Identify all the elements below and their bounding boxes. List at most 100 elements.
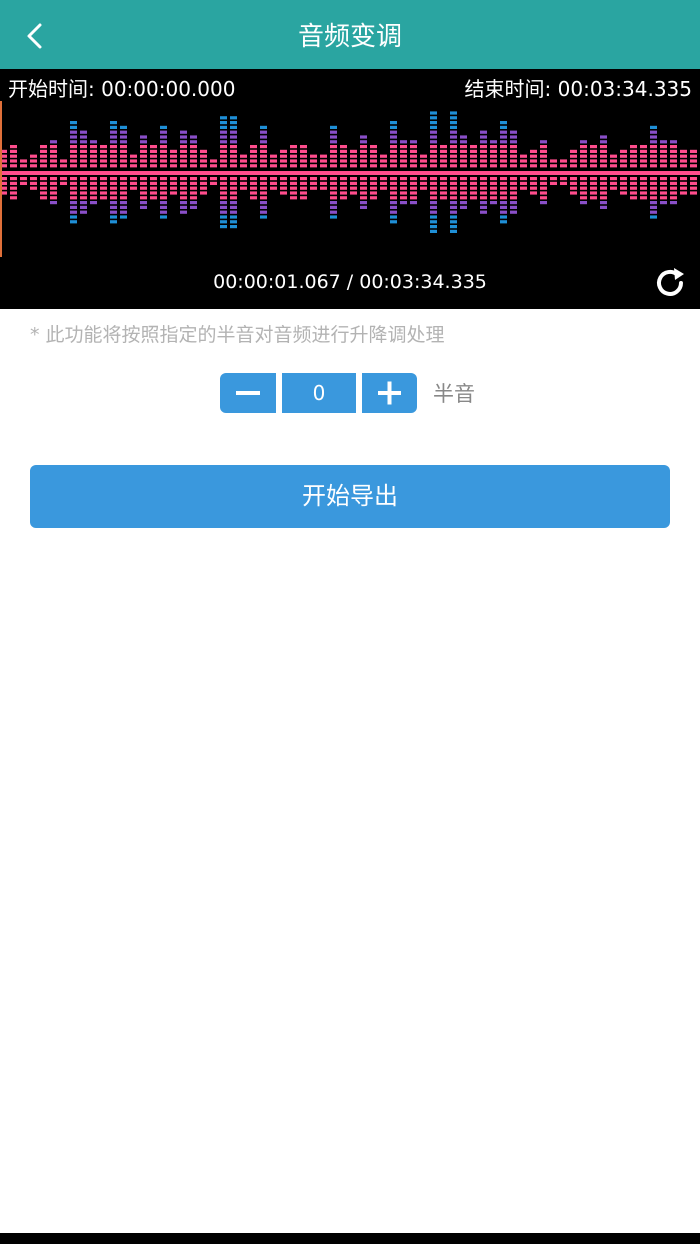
waveform-segment bbox=[500, 130, 507, 134]
waveform-segment bbox=[430, 154, 437, 158]
waveform-segment bbox=[260, 210, 267, 214]
waveform-segment bbox=[170, 159, 177, 163]
waveform-segment bbox=[590, 191, 597, 195]
waveform-segment bbox=[400, 159, 407, 163]
waveform-segment bbox=[390, 186, 397, 190]
waveform-segment bbox=[400, 201, 407, 205]
waveform-segment bbox=[690, 159, 697, 163]
waveform-segment bbox=[270, 154, 277, 158]
waveform-segment bbox=[280, 164, 287, 168]
waveform-segment bbox=[10, 145, 17, 149]
waveform-segment bbox=[40, 164, 47, 168]
chevron-left-icon bbox=[27, 23, 42, 49]
waveform-segment bbox=[170, 164, 177, 168]
waveform-segment bbox=[500, 210, 507, 214]
waveform-segment bbox=[280, 186, 287, 190]
waveform-segment bbox=[40, 191, 47, 195]
decrease-pitch-button[interactable] bbox=[220, 373, 276, 413]
waveform-segment bbox=[160, 181, 167, 185]
waveform-segment bbox=[100, 196, 107, 200]
waveform-segment bbox=[250, 149, 257, 153]
waveform-segment bbox=[370, 177, 377, 181]
waveform-segment bbox=[220, 149, 227, 153]
waveform-segment bbox=[400, 164, 407, 168]
feature-hint: * 此功能将按照指定的半音对音频进行升降调处理 bbox=[30, 324, 445, 346]
waveform-segment bbox=[650, 191, 657, 195]
waveform-segment bbox=[260, 196, 267, 200]
waveform-segment bbox=[10, 191, 17, 195]
waveform-segment bbox=[280, 154, 287, 158]
waveform-segment bbox=[420, 177, 427, 181]
waveform-segment bbox=[70, 140, 77, 144]
waveform-segment bbox=[610, 164, 617, 168]
waveform-segment bbox=[430, 225, 437, 229]
waveform-segment bbox=[540, 177, 547, 181]
waveform-segment bbox=[590, 159, 597, 163]
waveform-segment bbox=[390, 177, 397, 181]
waveform-segment bbox=[410, 159, 417, 163]
waveform-segment bbox=[450, 159, 457, 163]
waveform-segment bbox=[120, 135, 127, 139]
waveform-segment bbox=[220, 196, 227, 200]
waveform-segment bbox=[190, 149, 197, 153]
waveform-segment bbox=[30, 164, 37, 168]
waveform-segment bbox=[370, 149, 377, 153]
waveform-segment bbox=[30, 154, 37, 158]
waveform-segment bbox=[220, 210, 227, 214]
waveform-segment bbox=[120, 145, 127, 149]
waveform-segment bbox=[460, 205, 467, 209]
waveform-segment bbox=[620, 181, 627, 185]
waveform-segment bbox=[330, 145, 337, 149]
playhead-marker[interactable] bbox=[0, 101, 2, 257]
waveform-segment bbox=[180, 149, 187, 153]
waveform-segment bbox=[180, 145, 187, 149]
waveform-segment bbox=[70, 210, 77, 214]
waveform-segment bbox=[320, 154, 327, 158]
waveform-segment bbox=[240, 154, 247, 158]
waveform-segment bbox=[630, 177, 637, 181]
waveform-segment bbox=[60, 164, 67, 168]
waveform-segment bbox=[80, 210, 87, 214]
waveform-segment bbox=[480, 201, 487, 205]
waveform-segment bbox=[330, 177, 337, 181]
waveform-segment bbox=[600, 205, 607, 209]
waveform-segment bbox=[470, 145, 477, 149]
waveform-segment bbox=[420, 154, 427, 158]
waveform-segment bbox=[220, 215, 227, 219]
increase-pitch-button[interactable] bbox=[362, 373, 417, 413]
waveform-segment bbox=[340, 196, 347, 200]
waveform-segment bbox=[460, 159, 467, 163]
waveform-segment bbox=[250, 164, 257, 168]
waveform-segment bbox=[580, 154, 587, 158]
waveform-segment bbox=[160, 210, 167, 214]
back-button[interactable] bbox=[14, 14, 58, 58]
waveform-segment bbox=[170, 154, 177, 158]
pitch-value[interactable]: 0 bbox=[282, 373, 356, 413]
waveform-segment bbox=[490, 149, 497, 153]
waveform-segment bbox=[260, 135, 267, 139]
start-export-button[interactable]: 开始导出 bbox=[30, 465, 670, 528]
waveform-segment bbox=[210, 181, 217, 185]
waveform-segment bbox=[290, 177, 297, 181]
waveform-segment bbox=[470, 164, 477, 168]
waveform-segment bbox=[120, 177, 127, 181]
waveform-segment bbox=[510, 210, 517, 214]
waveform-segment bbox=[430, 140, 437, 144]
waveform-segment bbox=[240, 164, 247, 168]
waveform-visualization[interactable] bbox=[0, 105, 700, 255]
waveform-panel[interactable]: 开始时间: 00:00:00.000 结束时间: 00:03:34.335 00… bbox=[0, 69, 700, 309]
waveform-segment bbox=[340, 181, 347, 185]
waveform-segment bbox=[330, 201, 337, 205]
waveform-segment bbox=[360, 154, 367, 158]
waveform-segment bbox=[220, 220, 227, 224]
waveform-segment bbox=[110, 220, 117, 224]
plus-icon bbox=[378, 381, 401, 405]
waveform-segment bbox=[280, 191, 287, 195]
waveform-segment bbox=[510, 140, 517, 144]
waveform-segment bbox=[400, 140, 407, 144]
refresh-button[interactable] bbox=[652, 265, 688, 301]
waveform-segment bbox=[390, 201, 397, 205]
waveform-segment bbox=[110, 159, 117, 163]
waveform-segment bbox=[630, 191, 637, 195]
waveform-segment bbox=[240, 177, 247, 181]
